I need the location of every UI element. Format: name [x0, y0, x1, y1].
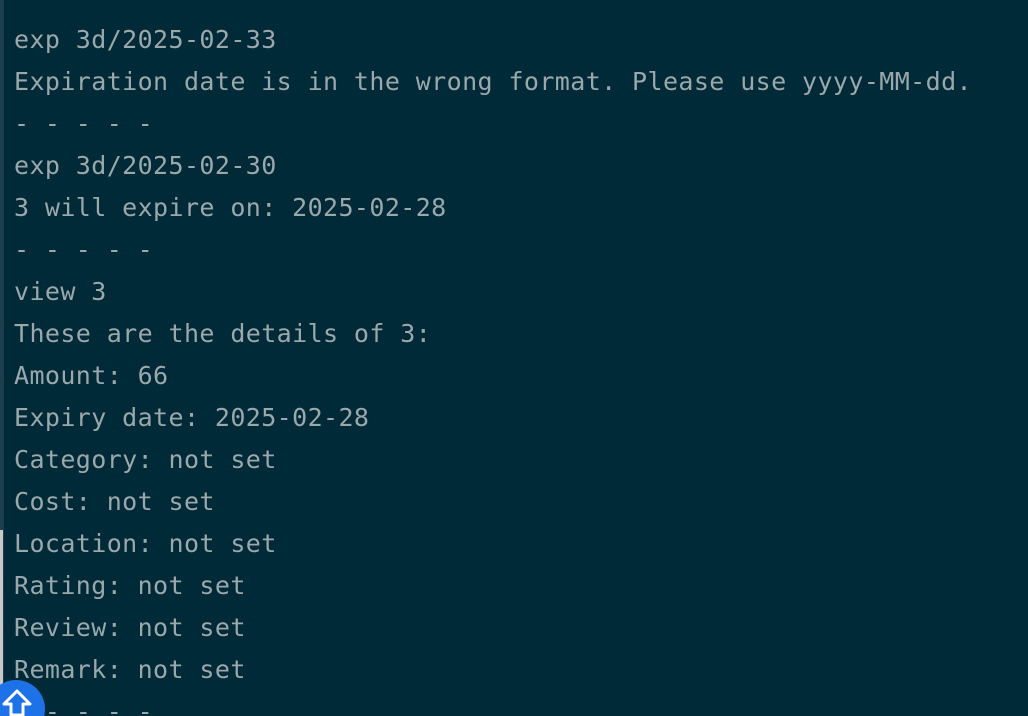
terminal-window: exp 3d/2025-02-33 Expiration date is in … [0, 0, 1028, 716]
terminal-output: exp 3d/2025-02-33 Expiration date is in … [14, 19, 972, 716]
shift-up-arrow-icon [2, 689, 32, 716]
terminal-line-expiry: Expiry date: 2025-02-28 [14, 403, 370, 432]
terminal-line-rating: Rating: not set [14, 571, 246, 600]
window-left-highlight [0, 530, 3, 690]
terminal-line-command: exp 3d/2025-02-33 [14, 25, 277, 54]
terminal-line-review: Review: not set [14, 613, 246, 642]
terminal-line-separator: - - - - - [14, 235, 154, 264]
terminal-line-category: Category: not set [14, 445, 277, 474]
terminal-line-cost: Cost: not set [14, 487, 215, 516]
terminal-line-command: exp 3d/2025-02-30 [14, 151, 277, 180]
terminal-line-location: Location: not set [14, 529, 277, 558]
terminal-line-error: Expiration date is in the wrong format. … [14, 67, 972, 96]
terminal-line-separator: - - - - - [14, 697, 154, 716]
terminal-line-output: 3 will expire on: 2025-02-28 [14, 193, 447, 222]
terminal-line-command: view 3 [14, 277, 107, 306]
terminal-line-remark: Remark: not set [14, 655, 246, 684]
terminal-line-output: These are the details of 3: [14, 319, 432, 348]
terminal-line-separator: - - - - - [14, 109, 154, 138]
terminal-line-amount: Amount: 66 [14, 361, 169, 390]
